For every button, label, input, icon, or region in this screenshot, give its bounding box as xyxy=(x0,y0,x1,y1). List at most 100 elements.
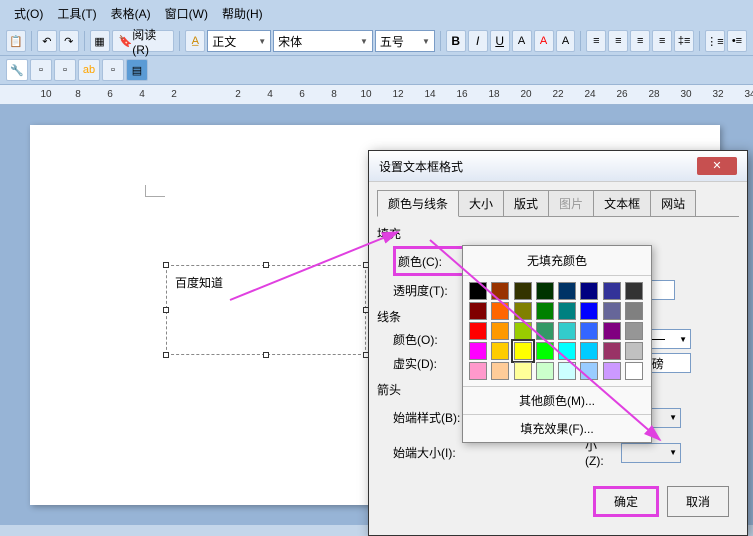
color-cell[interactable] xyxy=(514,282,532,300)
menu-table[interactable]: 表格(A) xyxy=(105,3,157,24)
end-size-combo[interactable]: ▼ xyxy=(621,443,681,463)
menu-help[interactable]: 帮助(H) xyxy=(216,3,269,24)
color-cell[interactable] xyxy=(625,362,643,380)
color-cell[interactable] xyxy=(558,322,576,340)
size-combo[interactable]: 五号▼ xyxy=(375,30,435,52)
color-cell[interactable] xyxy=(536,362,554,380)
color-cell[interactable] xyxy=(514,342,532,360)
toolbar-secondary: 🔧 ▫ ▫ ab ▫ ▤ xyxy=(0,56,753,85)
bold-icon[interactable]: B xyxy=(446,30,466,52)
style-combo[interactable]: 正文▼ xyxy=(207,30,271,52)
italic-icon[interactable]: I xyxy=(468,30,488,52)
color-cell[interactable] xyxy=(558,342,576,360)
color-cell[interactable] xyxy=(469,342,487,360)
color-cell[interactable] xyxy=(603,362,621,380)
tool-icon-2[interactable]: ▫ xyxy=(30,59,52,81)
toolbar-main: 📋 ↶ ↷ ▦ 🔖 阅读(R) A̲ 正文▼ 宋体▼ 五号▼ B I U A A… xyxy=(0,27,753,56)
color-cell[interactable] xyxy=(580,322,598,340)
color-cell[interactable] xyxy=(580,302,598,320)
color-cell[interactable] xyxy=(603,302,621,320)
underline-icon[interactable]: U xyxy=(490,30,510,52)
tool-icon-3[interactable]: ▫ xyxy=(54,59,76,81)
color-cell[interactable] xyxy=(469,322,487,340)
resize-handle[interactable] xyxy=(263,352,269,358)
highlight-icon[interactable]: A xyxy=(556,30,576,52)
redo-icon[interactable]: ↷ xyxy=(59,30,79,52)
tab-size[interactable]: 大小 xyxy=(458,190,504,216)
tool-icon-1[interactable]: 🔧 xyxy=(6,59,28,81)
ruler: 1086422468101214161820222426283032343638… xyxy=(0,85,753,105)
color-cell[interactable] xyxy=(469,282,487,300)
tab-textbox[interactable]: 文本框 xyxy=(593,190,651,216)
format-painter-icon[interactable]: A̲ xyxy=(185,30,205,52)
color-cell[interactable] xyxy=(514,362,532,380)
begin-style-label: 始端样式(B): xyxy=(393,409,463,426)
color-cell[interactable] xyxy=(469,362,487,380)
align-center-icon[interactable]: ≡ xyxy=(630,30,650,52)
color-cell[interactable] xyxy=(536,342,554,360)
resize-handle[interactable] xyxy=(163,262,169,268)
align-left-icon[interactable]: ≡ xyxy=(608,30,628,52)
menu-format[interactable]: 式(O) xyxy=(8,3,49,24)
tab-layout[interactable]: 版式 xyxy=(503,190,549,216)
resize-handle[interactable] xyxy=(163,307,169,313)
color-cell[interactable] xyxy=(580,282,598,300)
color-cell[interactable] xyxy=(491,342,509,360)
color-cell[interactable] xyxy=(491,302,509,320)
begin-size-label: 始端大小(I): xyxy=(393,444,463,461)
color-cell[interactable] xyxy=(558,302,576,320)
fill-effects-option[interactable]: 填充效果(F)... xyxy=(463,414,651,442)
bullets-icon[interactable]: •≡ xyxy=(727,30,747,52)
color-cell[interactable] xyxy=(603,282,621,300)
color-cell[interactable] xyxy=(536,302,554,320)
ok-button[interactable]: 确定 xyxy=(593,486,659,517)
color-cell[interactable] xyxy=(603,322,621,340)
color-cell[interactable] xyxy=(558,362,576,380)
menu-window[interactable]: 窗口(W) xyxy=(159,3,214,24)
transparency-label: 透明度(T): xyxy=(393,282,463,299)
fill-section-label: 填充 xyxy=(377,225,739,242)
resize-handle[interactable] xyxy=(263,262,269,268)
more-colors-option[interactable]: 其他颜色(M)... xyxy=(463,386,651,414)
tab-colors-lines[interactable]: 颜色与线条 xyxy=(377,190,459,217)
color-cell[interactable] xyxy=(514,322,532,340)
color-cell[interactable] xyxy=(603,342,621,360)
numbering-icon[interactable]: ⋮≡ xyxy=(705,30,725,52)
color-cell[interactable] xyxy=(491,322,509,340)
color-cell[interactable] xyxy=(514,302,532,320)
tool-icon-6[interactable]: ▤ xyxy=(126,59,148,81)
cancel-button[interactable]: 取消 xyxy=(667,486,729,517)
dialog-titlebar[interactable]: 设置文本框格式 ✕ xyxy=(369,151,747,182)
font-color-icon[interactable]: A xyxy=(534,30,554,52)
tab-web[interactable]: 网站 xyxy=(650,190,696,216)
font-box-icon[interactable]: A xyxy=(512,30,532,52)
paste-icon[interactable]: 📋 xyxy=(6,30,26,52)
tool-icon-4[interactable]: ab xyxy=(78,59,100,81)
align-right-icon[interactable]: ≡ xyxy=(652,30,672,52)
color-cell[interactable] xyxy=(580,362,598,380)
tab-picture: 图片 xyxy=(548,190,594,216)
color-cell[interactable] xyxy=(625,282,643,300)
textbox[interactable]: 百度知道 xyxy=(166,265,366,355)
color-cell[interactable] xyxy=(536,322,554,340)
reading-button[interactable]: 🔖 阅读(R) xyxy=(112,30,175,52)
undo-icon[interactable]: ↶ xyxy=(37,30,57,52)
color-cell[interactable] xyxy=(580,342,598,360)
color-cell[interactable] xyxy=(558,282,576,300)
color-cell[interactable] xyxy=(625,302,643,320)
menu-tools[interactable]: 工具(T) xyxy=(51,3,102,24)
table-icon[interactable]: ▦ xyxy=(90,30,110,52)
color-cell[interactable] xyxy=(469,302,487,320)
resize-handle[interactable] xyxy=(163,352,169,358)
no-fill-option[interactable]: 无填充颜色 xyxy=(463,246,651,276)
color-cell[interactable] xyxy=(625,322,643,340)
color-cell[interactable] xyxy=(625,342,643,360)
color-cell[interactable] xyxy=(491,362,509,380)
tool-icon-5[interactable]: ▫ xyxy=(102,59,124,81)
font-combo[interactable]: 宋体▼ xyxy=(273,30,373,52)
close-icon[interactable]: ✕ xyxy=(697,157,737,175)
align-dist-icon[interactable]: ≡ xyxy=(586,30,606,52)
line-spacing-icon[interactable]: ‡≡ xyxy=(674,30,694,52)
color-cell[interactable] xyxy=(536,282,554,300)
color-cell[interactable] xyxy=(491,282,509,300)
